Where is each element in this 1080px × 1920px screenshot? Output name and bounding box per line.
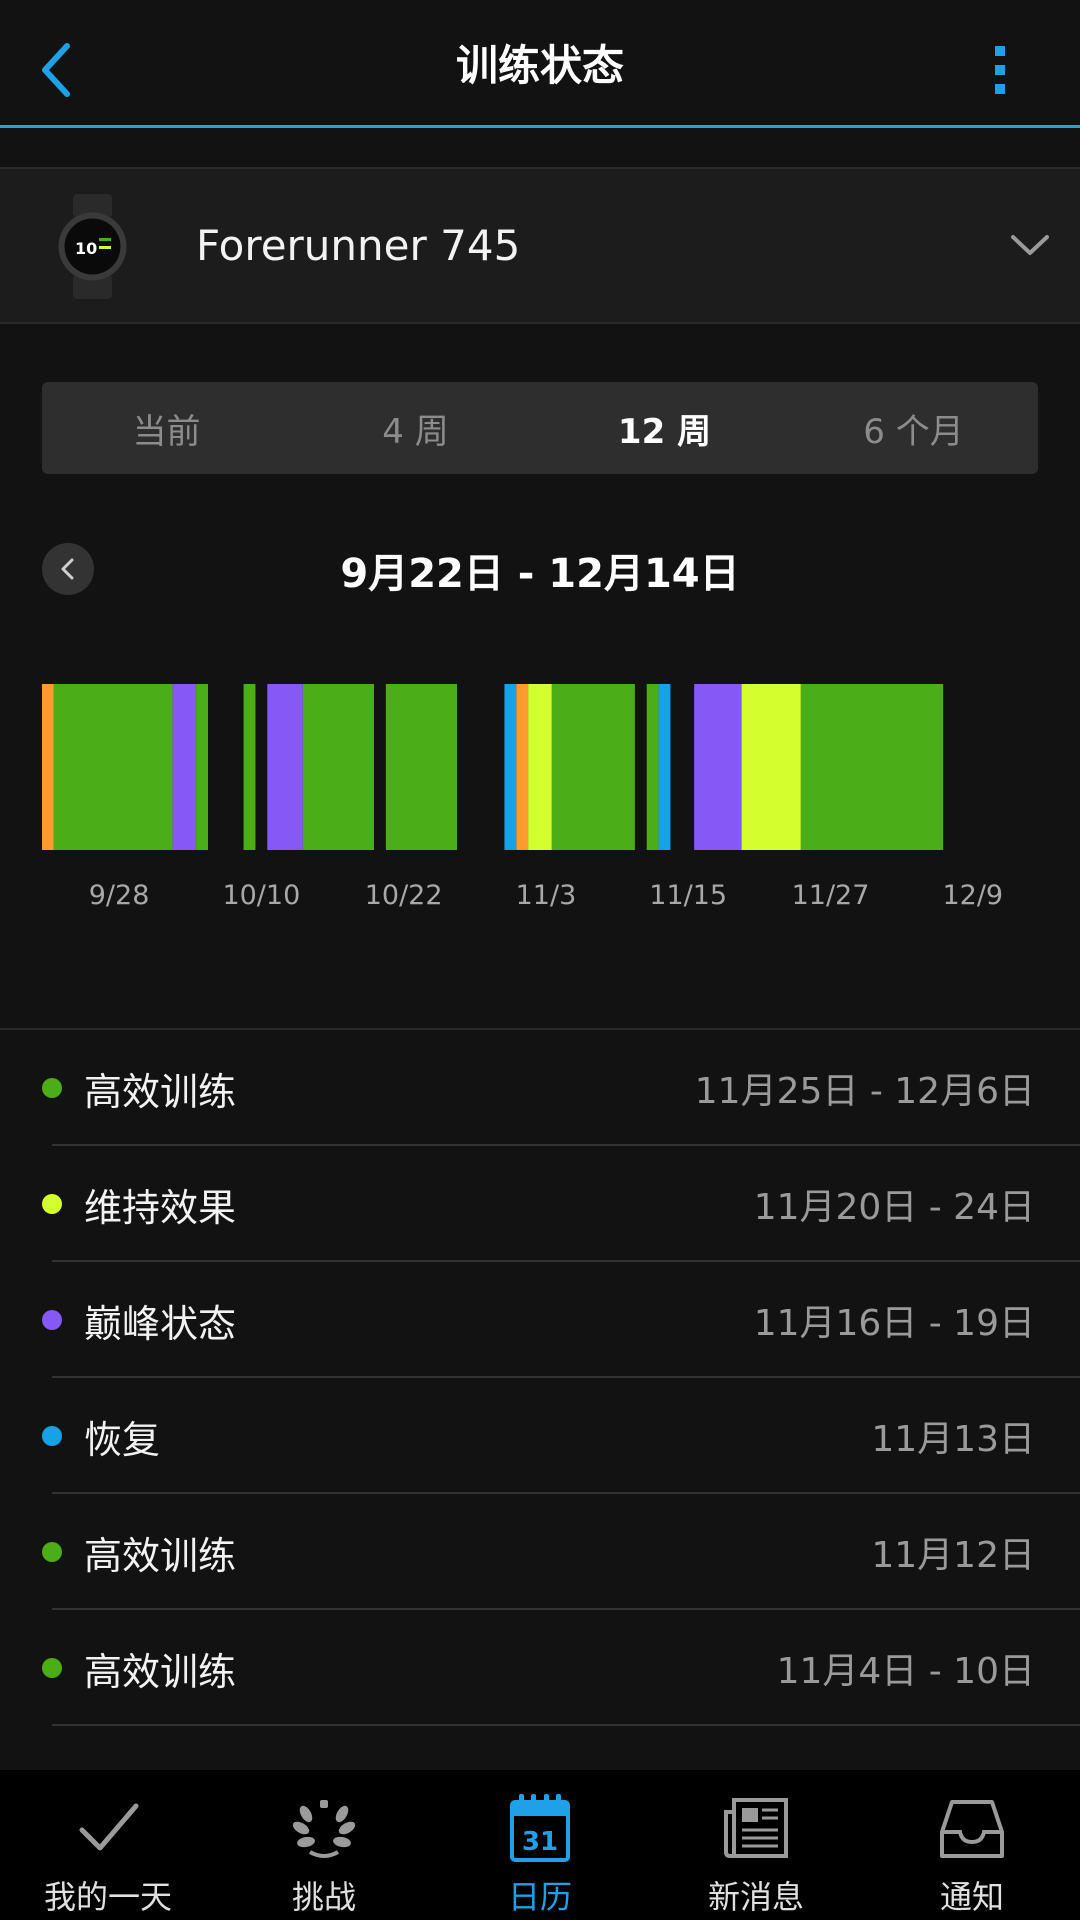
status-date: 11月20日 - 24日	[753, 1187, 1035, 1228]
status-label: 恢复	[84, 1417, 161, 1462]
status-date: 11月12日	[871, 1535, 1035, 1576]
list-item[interactable]: 巅峰状态 11月16日 - 19日	[0, 1262, 1080, 1378]
checkmark-icon	[79, 1803, 139, 1851]
chevron-left-icon	[61, 558, 74, 580]
x-tick-label: 11/27	[792, 880, 870, 911]
page-title: 训练状态	[455, 41, 624, 90]
status-dot	[42, 1542, 62, 1562]
status-dot	[42, 1310, 62, 1330]
status-bar-segment	[172, 684, 197, 850]
status-bar-segment	[53, 684, 173, 850]
device-selector[interactable]: 10 Forerunner 745	[0, 169, 1080, 324]
status-date: 11月4日 - 10日	[776, 1651, 1035, 1692]
x-tick-label: 10/10	[222, 880, 300, 911]
tab-6-months[interactable]: 6 个月	[789, 382, 1038, 474]
newspaper-icon	[724, 1798, 788, 1858]
bottom-navigation: 我的一天 挑战 31 日历 新消息 通知	[0, 1770, 1080, 1920]
watch-time: 10	[75, 239, 97, 258]
x-tick-label: 9/28	[89, 880, 150, 911]
status-date: 11月25日 - 12月6日	[694, 1071, 1035, 1112]
status-dot	[42, 1194, 62, 1214]
more-dot-icon	[995, 46, 1005, 56]
date-range-title: 9月22日 - 12月14日	[340, 551, 740, 597]
status-bar-segment	[267, 684, 303, 850]
nav-label: 我的一天	[43, 1878, 172, 1916]
status-bar-segment	[302, 684, 374, 850]
status-bar-segment	[646, 684, 659, 850]
status-bar-segment	[551, 684, 635, 850]
status-bar-segment	[385, 684, 457, 850]
nav-notifications[interactable]: 通知	[864, 1770, 1080, 1920]
x-tick-label: 10/22	[365, 880, 443, 911]
status-bar-segment	[504, 684, 517, 850]
status-bar-segment	[516, 684, 529, 850]
status-bar-segment	[528, 684, 552, 850]
x-tick-label: 12/9	[942, 880, 1003, 911]
nav-challenges[interactable]: 挑战	[216, 1770, 432, 1920]
status-dot	[42, 1426, 62, 1446]
status-label: 高效训练	[84, 1649, 237, 1694]
chevron-down-icon	[1011, 235, 1049, 255]
status-bar-segment	[741, 684, 801, 850]
status-bar-segment	[694, 684, 742, 850]
list-item[interactable]: 高效训练 11月25日 - 12月6日	[0, 1030, 1080, 1146]
status-label: 高效训练	[84, 1069, 237, 1114]
more-dot-icon	[995, 84, 1005, 94]
x-tick-label: 11/15	[649, 880, 727, 911]
nav-label: 挑战	[291, 1878, 356, 1916]
status-label: 高效训练	[84, 1533, 237, 1578]
period-tabs: 当前 4 周 12 周 6 个月	[42, 382, 1038, 474]
nav-calendar[interactable]: 31 日历	[432, 1770, 648, 1920]
status-bar-segment	[42, 684, 54, 850]
list-item[interactable]: 恢复 11月13日	[0, 1378, 1080, 1494]
nav-label: 新消息	[707, 1878, 804, 1916]
nav-my-day[interactable]: 我的一天	[0, 1770, 216, 1920]
watch-icon: 10	[58, 194, 127, 299]
more-options-button[interactable]	[975, 35, 1025, 105]
status-bar-segment	[243, 684, 256, 850]
status-bar-segment	[658, 684, 671, 850]
laurel-icon	[292, 1800, 356, 1858]
training-status-chart: 9/28 10/10 10/22 11/3 11/15 11/27 12/9	[42, 684, 1003, 911]
status-date: 11月16日 - 19日	[753, 1303, 1035, 1344]
nav-label: 日历	[507, 1878, 572, 1916]
tab-4-weeks[interactable]: 4 周	[291, 382, 540, 474]
more-dot-icon	[995, 65, 1005, 75]
tab-current[interactable]: 当前	[42, 382, 291, 474]
inbox-icon	[940, 1800, 1004, 1858]
x-tick-label: 11/3	[516, 880, 577, 911]
divider	[52, 1724, 1080, 1726]
nav-label: 通知	[939, 1878, 1004, 1916]
status-label: 维持效果	[84, 1185, 237, 1230]
status-dot	[42, 1078, 62, 1098]
list-item[interactable]: 维持效果 11月20日 - 24日	[0, 1146, 1080, 1262]
list-item[interactable]: 高效训练 11月4日 - 10日	[0, 1610, 1080, 1726]
calendar-day: 31	[522, 1827, 558, 1857]
status-date: 11月13日	[871, 1419, 1035, 1460]
status-dot	[42, 1658, 62, 1678]
tab-12-weeks[interactable]: 12 周	[540, 382, 789, 474]
calendar-icon: 31	[510, 1794, 570, 1862]
list-item[interactable]: 高效训练 11月12日	[0, 1494, 1080, 1610]
device-name: Forerunner 745	[196, 221, 521, 270]
previous-range-button[interactable]	[42, 543, 94, 595]
status-bar-segment	[800, 684, 944, 850]
status-bar-segment	[196, 684, 208, 850]
nav-newsfeed[interactable]: 新消息	[648, 1770, 864, 1920]
status-label: 巅峰状态	[84, 1301, 237, 1346]
